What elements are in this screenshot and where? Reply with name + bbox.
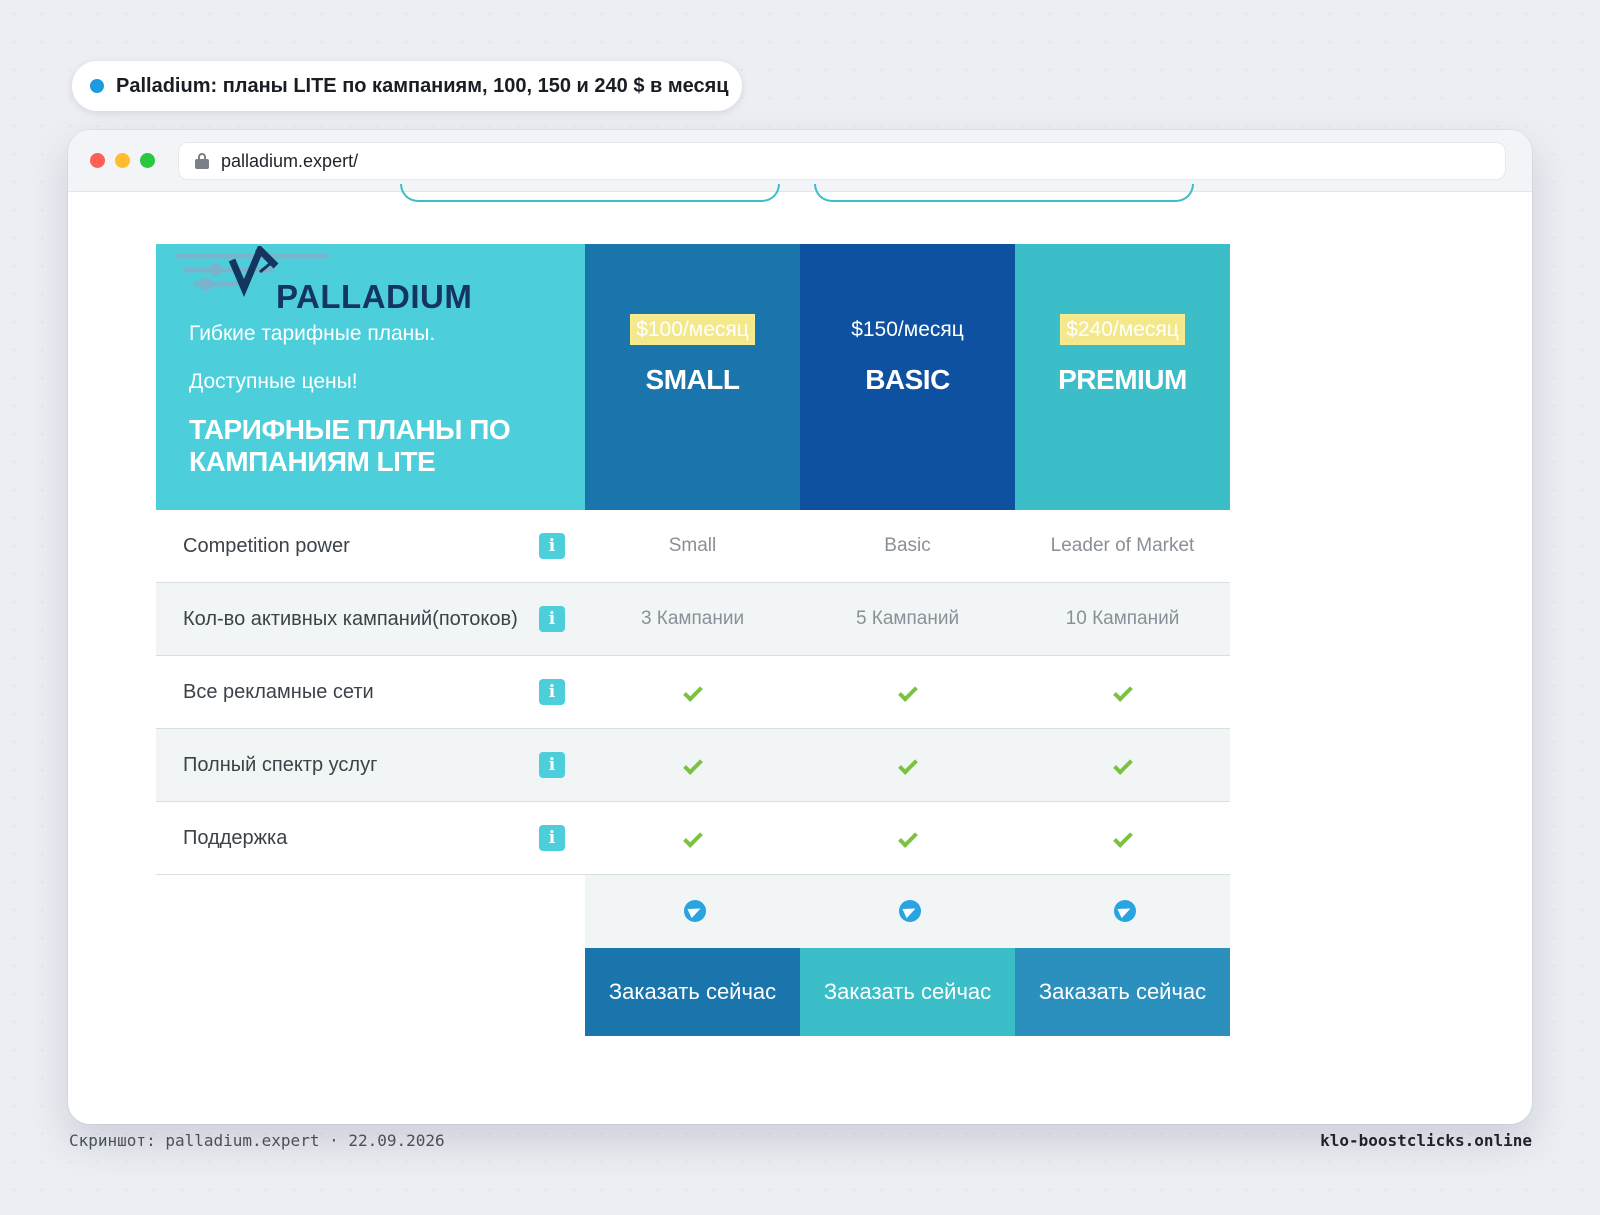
info-icon[interactable]: i bbox=[539, 825, 565, 851]
lock-icon bbox=[195, 153, 209, 169]
plan-header-small: $100/месяц SMALL bbox=[585, 244, 800, 510]
plan-name: BASIC bbox=[865, 364, 950, 395]
pricing-header: PALLADIUM Гибкие тарифные планы. Доступн… bbox=[156, 244, 1230, 510]
price-highlight: $100/месяц bbox=[632, 316, 753, 343]
telegram-row bbox=[585, 875, 1230, 948]
plan-header-basic: $150/месяц BASIC bbox=[800, 244, 1015, 510]
table-row: Кол-во активных кампаний(потоков) i 3 Ка… bbox=[156, 583, 1230, 656]
url-text: palladium.expert/ bbox=[221, 150, 359, 171]
maximize-window-button[interactable] bbox=[140, 153, 155, 168]
telegram-icon[interactable] bbox=[899, 900, 921, 922]
feature-value: 5 Кампаний bbox=[855, 608, 960, 629]
table-row: Полный спектр услуг i bbox=[156, 729, 1230, 802]
table-row: Все рекламные сети i bbox=[156, 656, 1230, 729]
feature-check bbox=[585, 754, 800, 776]
caption-dot bbox=[90, 79, 104, 93]
hero-title: ТАРИФНЫЕ ПЛАНЫ ПО КАМПАНИЯМ LITE bbox=[189, 414, 511, 477]
caption-pill: Palladium: планы LITE по кампаниям, 100,… bbox=[72, 61, 742, 111]
plan-price: $150/месяц bbox=[800, 318, 1015, 342]
feature-check bbox=[1015, 754, 1230, 776]
order-premium-button[interactable]: Заказать сейчас bbox=[1015, 948, 1230, 1036]
plan-name: PREMIUM bbox=[1058, 364, 1187, 395]
browser-window: palladium.expert/ PALLADIUM Гибкие тариф… bbox=[68, 130, 1532, 1124]
feature-check bbox=[1015, 681, 1230, 703]
browser-titlebar: palladium.expert/ bbox=[68, 130, 1532, 192]
feature-value: Leader of Market bbox=[1050, 535, 1195, 556]
info-icon[interactable]: i bbox=[539, 679, 565, 705]
plan-price: $100/месяц bbox=[585, 316, 800, 343]
check-icon bbox=[682, 682, 703, 702]
feature-label: Полный спектр услуг bbox=[183, 753, 378, 776]
feature-value: 3 Кампании bbox=[640, 608, 745, 629]
check-icon bbox=[682, 828, 703, 848]
plan-price: $240/месяц bbox=[1015, 316, 1230, 343]
info-icon[interactable]: i bbox=[539, 533, 565, 559]
caption-text: Palladium: планы LITE по кампаниям, 100,… bbox=[116, 74, 729, 97]
feature-value: 10 Кампаний bbox=[1065, 608, 1180, 629]
info-icon[interactable]: i bbox=[539, 606, 565, 632]
feature-label: Все рекламные сети bbox=[183, 680, 374, 703]
feature-label: Кол-во активных кампаний(потоков) bbox=[183, 607, 518, 630]
telegram-icon[interactable] bbox=[1114, 900, 1136, 922]
feature-label: Competition power bbox=[183, 534, 350, 557]
minimize-window-button[interactable] bbox=[115, 153, 130, 168]
pricing-intro-panel: PALLADIUM Гибкие тарифные планы. Доступн… bbox=[156, 244, 585, 510]
hero-subtitle: Доступные цены! bbox=[189, 370, 358, 393]
address-bar[interactable]: palladium.expert/ bbox=[178, 142, 1506, 180]
check-icon bbox=[1112, 828, 1133, 848]
check-icon bbox=[897, 755, 918, 775]
table-row: Competition power i Small Basic Leader o… bbox=[156, 510, 1230, 583]
order-basic-button[interactable]: Заказать сейчас bbox=[800, 948, 1015, 1036]
check-icon bbox=[682, 755, 703, 775]
feature-value: Small bbox=[668, 535, 717, 556]
feature-check bbox=[1015, 827, 1230, 849]
feature-label: Поддержка bbox=[183, 826, 288, 849]
table-row: Поддержка i bbox=[156, 802, 1230, 875]
logo-wordmark: PALLADIUM bbox=[276, 278, 473, 315]
feature-check bbox=[585, 827, 800, 849]
feature-check bbox=[585, 681, 800, 703]
footer-domain: klo-boostclicks.online bbox=[1320, 1131, 1532, 1150]
feature-table: Competition power i Small Basic Leader o… bbox=[156, 510, 1230, 875]
price-highlight: $240/месяц bbox=[1062, 316, 1183, 343]
price-text: $150/месяц bbox=[851, 318, 964, 341]
check-icon bbox=[897, 828, 918, 848]
info-icon[interactable]: i bbox=[539, 752, 565, 778]
feature-check bbox=[800, 681, 1015, 703]
check-icon bbox=[897, 682, 918, 702]
telegram-icon[interactable] bbox=[684, 900, 706, 922]
check-icon bbox=[1112, 682, 1133, 702]
decorative-arc bbox=[400, 184, 780, 202]
feature-check bbox=[800, 754, 1015, 776]
feature-check bbox=[800, 827, 1015, 849]
page-content: PALLADIUM Гибкие тарифные планы. Доступн… bbox=[68, 184, 1532, 1124]
check-icon bbox=[1112, 755, 1133, 775]
footer-caption: Скриншот: palladium.expert · 22.09.2026 bbox=[69, 1131, 445, 1150]
decorative-arc bbox=[814, 184, 1194, 202]
feature-value: Basic bbox=[884, 535, 931, 556]
order-small-button[interactable]: Заказать сейчас bbox=[585, 948, 800, 1036]
hero-subtitle: Гибкие тарифные планы. bbox=[189, 322, 436, 345]
plan-name: SMALL bbox=[645, 364, 740, 395]
close-window-button[interactable] bbox=[90, 153, 105, 168]
plan-header-premium: $240/месяц PREMIUM bbox=[1015, 244, 1230, 510]
